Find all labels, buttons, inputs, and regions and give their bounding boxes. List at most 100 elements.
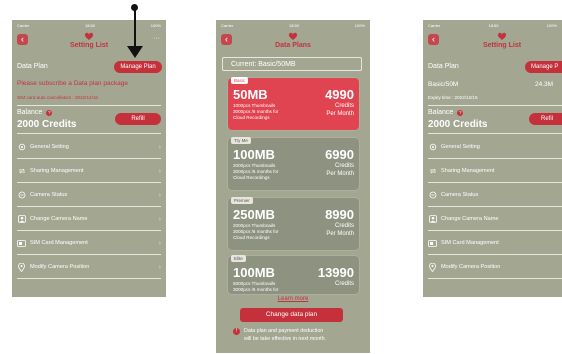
camera-status-icon: [428, 191, 437, 200]
divider: [17, 254, 161, 255]
clock: 18:50: [84, 22, 95, 28]
info-icon[interactable]: ?: [457, 110, 464, 116]
sim-card-icon: [17, 239, 26, 248]
divider: [428, 278, 562, 279]
chevron-right-icon: ›: [158, 239, 161, 247]
divider: [17, 230, 161, 231]
notice-line: will be take effective in next month.: [244, 336, 327, 342]
subscribe-prompt[interactable]: Please subscribe a Data plan package: [17, 80, 128, 87]
menu-item-label: Change Camera Name: [30, 216, 88, 222]
plan-size: 250MB: [233, 207, 275, 222]
current-plan-value: Basic/50MB: [258, 61, 296, 68]
expiry-time: Expiry time : 2022/12/16: [428, 95, 478, 100]
data-plans-screen: Carrier 18:50 100% ‹ Data Plans Current:…: [216, 20, 370, 353]
back-button[interactable]: ‹: [428, 34, 439, 45]
balance-label-text: Balance: [428, 109, 454, 116]
menu-item-label: Sharing Management: [441, 168, 495, 174]
balance-label-text: Balance: [17, 109, 43, 116]
balance-value: 2000 Credits: [17, 119, 77, 130]
divider: [17, 105, 161, 106]
plan-detail: Cloud Recordings: [233, 235, 270, 240]
menu-item-sim-card-management[interactable]: SIM Card Management ›: [17, 233, 161, 253]
back-button[interactable]: ‹: [17, 34, 28, 45]
menu-item-change-camera-name[interactable]: Change Camera Name ›: [17, 209, 161, 229]
chevron-right-icon: ›: [158, 215, 161, 223]
plan-price: 13990: [317, 265, 354, 280]
plan-usage: 24.3M: [535, 81, 554, 88]
plan-period: Per Month: [326, 111, 354, 117]
plan-price: 4990: [325, 87, 354, 102]
notice-line: Data plan and payment deduction: [244, 328, 324, 334]
refill-button[interactable]: Refill: [115, 113, 161, 125]
share-icon: [17, 167, 26, 176]
balance-label: Balance ?: [428, 109, 464, 116]
plan-card-try-me[interactable]: Try Me 100MB 2000pcs Thumbnails 3000pcs …: [228, 137, 359, 190]
cancel-note: SIM card auto cancellation : 2022/12/16: [17, 95, 98, 100]
clock: 18:50: [288, 22, 299, 28]
camera-name-icon: [17, 215, 26, 224]
menu-item-change-camera-name[interactable]: Change Camera Name: [428, 209, 562, 229]
more-icon[interactable]: ···: [153, 35, 160, 42]
status-bar: Carrier 18:50 100%: [423, 20, 562, 30]
plan-size: 100MB: [233, 265, 275, 280]
info-icon[interactable]: ?: [46, 110, 53, 116]
change-data-plan-button[interactable]: Change data plan: [240, 308, 343, 322]
balance-label: Balance ?: [17, 109, 53, 116]
location-pin-icon: [428, 262, 437, 272]
plan-price: 6990: [325, 147, 354, 162]
menu-item-label: Sharing Management: [30, 168, 84, 174]
gear-icon: [428, 143, 437, 152]
plan-tag: Try Me: [231, 137, 251, 144]
app-logo-icon: [497, 32, 507, 40]
manage-plan-button[interactable]: Manage P: [525, 61, 562, 73]
current-label: Current:: [231, 61, 257, 68]
plan-detail: Cloud Recordings: [233, 175, 270, 180]
clock: 18:50: [488, 22, 499, 28]
menu-item-sharing-management[interactable]: Sharing Management ›: [17, 161, 161, 181]
plan-detail: 3000pcs /6 months for: [233, 109, 279, 114]
carrier-label: Carrier: [17, 22, 30, 28]
plan-tag: Basic: [231, 77, 249, 84]
divider: [428, 182, 562, 183]
manage-plan-button[interactable]: Manage Plan: [114, 61, 162, 73]
divider: [17, 158, 161, 159]
menu-item-sharing-management[interactable]: Sharing Management: [428, 161, 562, 181]
menu-item-sim-card-management[interactable]: SIM Card Management: [428, 233, 562, 253]
battery-label: 100%: [354, 22, 365, 28]
divider: [17, 133, 161, 134]
divider: [428, 105, 562, 106]
plan-detail: 3000pcs /6 months for: [233, 229, 279, 234]
data-plan-label: Data Plan: [428, 63, 459, 70]
menu-item-camera-status[interactable]: Camera Status ›: [17, 185, 161, 205]
notice-icon: !: [233, 328, 240, 335]
menu-item-general-setting[interactable]: General Setting ›: [17, 137, 161, 157]
plan-period: Per Month: [326, 231, 354, 237]
plan-tag: Elite: [231, 255, 246, 262]
menu-item-label: Camera Status: [30, 192, 68, 198]
learn-more-link[interactable]: Learn more: [216, 296, 370, 302]
plan-card-basic[interactable]: Basic 50MB 1000pcs Thumbnails 3000pcs /6…: [228, 77, 359, 130]
divider: [17, 278, 161, 279]
menu-item-modify-camera-position[interactable]: Modify Camera Position: [428, 257, 562, 277]
divider: [428, 133, 562, 134]
chevron-right-icon: ›: [158, 191, 161, 199]
status-bar: Carrier 18:50 100%: [216, 20, 370, 30]
chevron-right-icon: ›: [158, 167, 161, 175]
menu-item-camera-status[interactable]: Camera Status: [428, 185, 562, 205]
chevron-right-icon: ›: [158, 143, 161, 151]
plan-card-elite[interactable]: Elite 100MB 5000pcs Thumbnails 3000pcs /…: [228, 255, 359, 294]
menu-item-label: Camera Status: [441, 192, 479, 198]
plan-price: 8990: [325, 207, 354, 222]
battery-label: 100%: [150, 22, 161, 28]
plan-card-premier[interactable]: Premier 250MB 2000pcs Thumbnails 3000pcs…: [228, 197, 359, 250]
status-bar: Carrier 18:50 100%: [12, 20, 166, 30]
carrier-label: Carrier: [428, 22, 441, 28]
plan-size: 100MB: [233, 147, 275, 162]
refill-button[interactable]: Refil: [529, 113, 562, 125]
back-button[interactable]: ‹: [221, 34, 232, 45]
plan-size: 50MB: [233, 87, 268, 102]
menu-item-modify-camera-position[interactable]: Modify Camera Position ›: [17, 257, 161, 277]
plan-detail: 1000pcs Thumbnails: [233, 103, 276, 108]
notice-text: Data plan and payment deduction will be …: [244, 327, 326, 343]
menu-item-general-setting[interactable]: General Setting: [428, 137, 562, 157]
